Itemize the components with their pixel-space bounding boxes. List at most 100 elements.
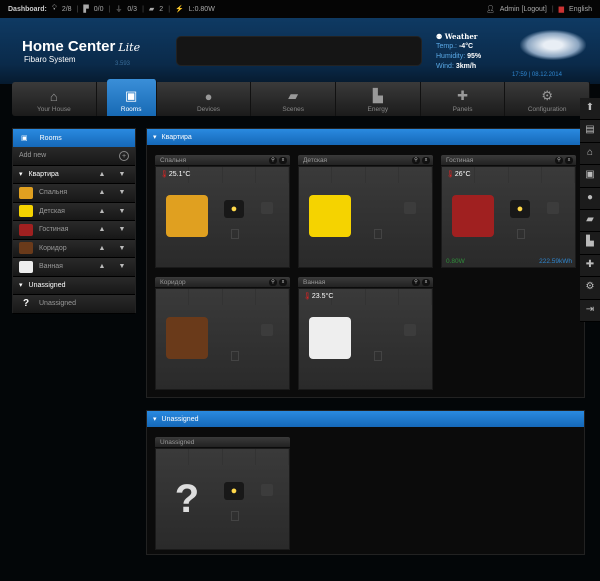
room-card[interactable]: Unassigned? ● — [155, 437, 290, 550]
scenes-icon: ▰ — [288, 88, 299, 103]
tab-label: Rooms — [120, 106, 142, 113]
weather-icon: ⚉ — [436, 32, 443, 41]
move-up-icon[interactable]: ▲ — [95, 226, 109, 233]
light-bulb-icon[interactable]: ● — [224, 200, 244, 218]
move-down-icon[interactable]: ▼ — [115, 189, 129, 196]
move-down-icon[interactable]: ▼ — [115, 208, 129, 215]
thermometer-icon: 🌡︎ — [160, 171, 169, 178]
close-icon[interactable]: x — [279, 156, 287, 164]
room-label: Коридор — [39, 244, 67, 252]
save-icon[interactable]: ▤ — [580, 120, 600, 143]
rooms-sidebar: ▣ Rooms Add new + ▾ Квартира ▲ ▼ Спальня ▲ ▼ Детс… — [12, 128, 136, 314]
logout-icon[interactable]: ⇥ — [580, 300, 600, 323]
sidebar-room[interactable]: Коридор ▲ ▼ — [13, 239, 135, 258]
room-card-title: Детская ⚲ x — [298, 155, 433, 165]
tab-your-house[interactable]: ⌂ Your House — [12, 82, 97, 116]
room-image: ? — [174, 477, 200, 521]
scenes-icon[interactable]: ▰ — [580, 210, 600, 233]
move-up-icon[interactable]: ▲ — [95, 245, 109, 252]
sidebar-group[interactable]: ▾ Unassigned — [13, 276, 135, 295]
device-strip — [156, 449, 289, 465]
zoom-icon[interactable]: ⚲ — [269, 156, 277, 164]
light-bulb-icon[interactable]: ● — [224, 482, 244, 500]
device-placeholder-icon — [374, 351, 382, 361]
move-up-icon[interactable]: ▲ — [95, 263, 109, 270]
close-icon[interactable]: x — [565, 156, 573, 164]
tab-devices[interactable]: ● Devices — [167, 82, 252, 116]
room-card-title: Ванная ⚲ x — [298, 277, 433, 287]
add-new-room[interactable]: Add new + — [13, 147, 135, 166]
blinds-count: 0/0 — [93, 5, 104, 13]
config-icon[interactable]: ⚙ — [580, 277, 600, 300]
room-card[interactable]: Коридор ⚲ x — [155, 277, 290, 390]
room-name: Коридор — [160, 278, 186, 286]
move-up-icon[interactable]: ▲ — [95, 189, 109, 196]
room-card[interactable]: Ванная ⚲ x 🌡︎23.5°C — [298, 277, 433, 390]
add-icon[interactable]: + — [119, 150, 129, 161]
move-down-icon[interactable]: ▼ — [115, 171, 129, 178]
status-bar: Dashboard: 💡︎ 2/8 | ▛ 0/0 | ⏚ 0/3 | ▰ 2 | ⚡ L:0.8… — [0, 0, 600, 18]
move-down-icon[interactable]: ▼ — [115, 263, 129, 270]
close-icon[interactable]: x — [422, 156, 430, 164]
room-card-title: Гостиная ⚲ x — [441, 155, 576, 165]
tab-scenes[interactable]: ▰ Scenes — [251, 82, 337, 116]
room-label: Гостиная — [39, 226, 69, 234]
sidebar-room[interactable]: ? Unassigned — [13, 295, 135, 314]
temperature-value: 23.5°C — [311, 293, 334, 300]
zoom-icon[interactable]: ⚲ — [269, 278, 277, 286]
panels-icon[interactable]: ✚ — [580, 255, 600, 278]
room-card[interactable]: Спальня ⚲ x 🌡︎25.1°C ● — [155, 155, 290, 268]
sidebar-room[interactable]: Ванная ▲ ▼ — [13, 258, 135, 277]
sidebar-group[interactable]: ▾ Квартира ▲ ▼ — [13, 165, 135, 184]
move-up-icon[interactable]: ▲ — [95, 208, 109, 215]
zoom-icon[interactable]: ⚲ — [555, 156, 563, 164]
tab-panels[interactable]: ✚ Panels — [421, 82, 506, 116]
weather-widget: ⚉ Weather Temp.: -4°C Humidity: 95% Wind… — [436, 32, 482, 70]
section-header[interactable]: ▾ Квартира — [147, 129, 584, 145]
logout-link[interactable]: Admin [Logout] — [500, 6, 547, 13]
room-name: Детская — [303, 156, 328, 164]
move-up-icon[interactable]: ▲ — [95, 171, 109, 178]
tab-label: Scenes — [282, 106, 305, 113]
your-house-icon: ⌂ — [49, 89, 58, 104]
tab-configuration[interactable]: ⚙ Configuration — [505, 82, 591, 116]
room-image — [309, 195, 351, 237]
tab-label: Configuration — [527, 106, 567, 113]
device-placeholder-icon — [261, 324, 273, 336]
close-icon[interactable]: x — [422, 278, 430, 286]
room-card[interactable]: Детская ⚲ x — [298, 155, 433, 268]
close-icon[interactable]: x — [279, 278, 287, 286]
tab-label: Panels — [452, 106, 473, 113]
logo: Home Center Lite — [22, 38, 141, 55]
rooms-icon[interactable]: ▣ — [580, 165, 600, 188]
section-header[interactable]: ▾ Unassigned — [147, 411, 584, 427]
temperature-value: 26°C — [454, 171, 471, 178]
sidebar-room[interactable]: Гостиная ▲ ▼ — [13, 221, 135, 240]
sidebar-room[interactable]: Детская ▲ ▼ — [13, 202, 135, 221]
lightning-icon: ⚡ — [175, 6, 184, 13]
sidebar-room[interactable]: Спальня ▲ ▼ — [13, 184, 135, 203]
device-placeholder-icon — [547, 202, 559, 214]
energy-icon[interactable]: ▙ — [580, 232, 600, 255]
device-placeholder-icon — [374, 229, 382, 239]
sidebar-header: ▣ Rooms — [13, 129, 135, 147]
tab-rooms[interactable]: ▣ Rooms — [106, 79, 157, 116]
move-down-icon[interactable]: ▼ — [115, 245, 129, 252]
devices-icon[interactable]: ● — [580, 188, 600, 211]
light-bulb-icon[interactable]: ● — [510, 200, 530, 218]
room-card-title: Коридор ⚲ x — [155, 277, 290, 287]
main-nav: ⌂ Your House ▣ Rooms ● Devices ▰ Scenes ▙ Energy ✚… — [12, 79, 591, 116]
scroll-top-icon[interactable]: ⬆ — [580, 98, 600, 121]
room-image — [166, 195, 208, 237]
device-placeholder-icon — [231, 229, 239, 239]
light-icon: 💡︎ — [51, 5, 57, 12]
zoom-icon[interactable]: ⚲ — [412, 156, 420, 164]
chevron-down-icon: ▾ — [19, 282, 23, 290]
zoom-icon[interactable]: ⚲ — [412, 278, 420, 286]
room-name: Гостиная — [446, 156, 474, 164]
room-card[interactable]: Гостиная ⚲ x 🌡︎26°C ● 0.80W 222.59kWh — [441, 155, 576, 268]
language-selector[interactable]: English — [569, 6, 592, 13]
house-icon[interactable]: ⌂ — [580, 143, 600, 166]
tab-energy[interactable]: ▙ Energy — [336, 82, 421, 116]
move-down-icon[interactable]: ▼ — [115, 226, 129, 233]
